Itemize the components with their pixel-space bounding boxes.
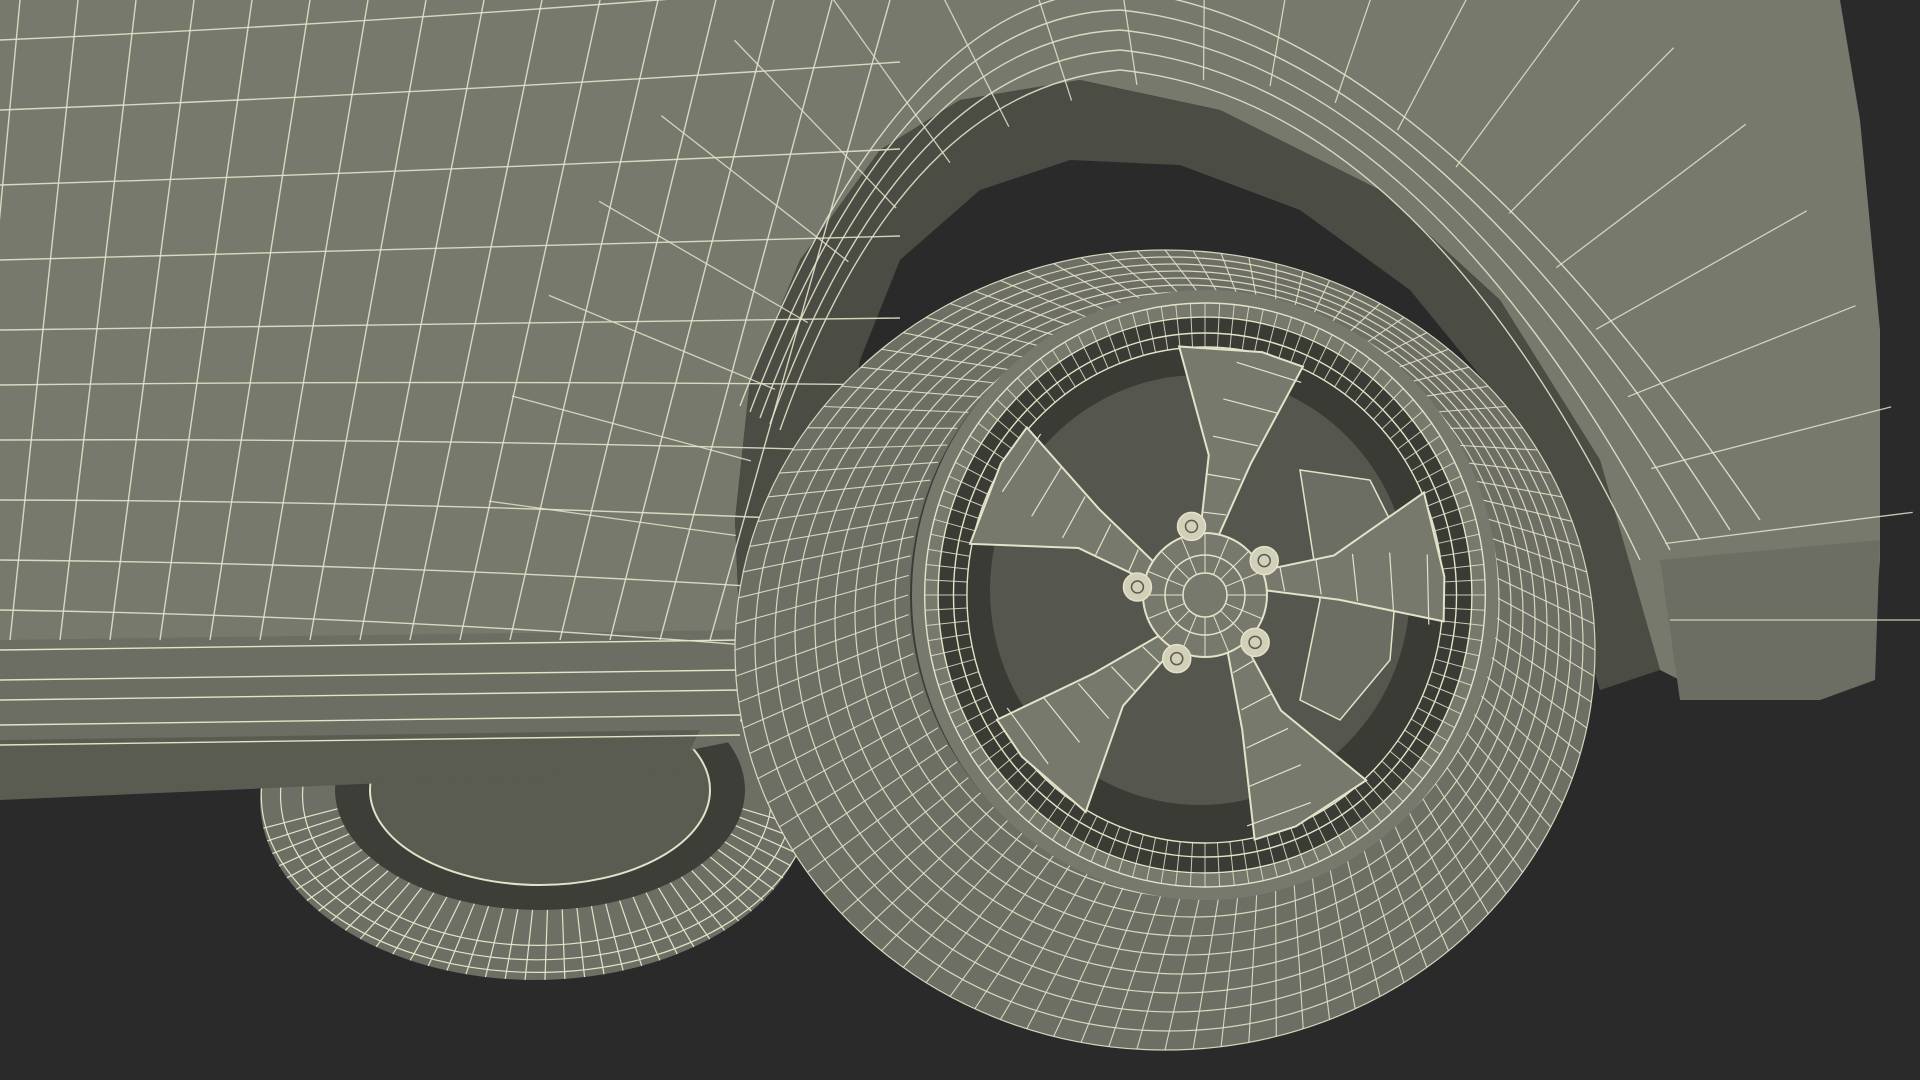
lug-nut [1122, 572, 1153, 602]
wireframe-render [0, 0, 1920, 1080]
tire-tread-line [1275, 884, 1277, 1037]
tire-tread-line [807, 427, 958, 429]
near-wheel [734, 249, 1596, 1051]
lug-nut [1249, 545, 1279, 576]
render-viewport [0, 0, 1920, 1080]
lug-nut [1176, 511, 1207, 542]
tire-tread-line [1442, 427, 1523, 429]
lug-nut [1240, 627, 1270, 658]
lug-nut [1162, 643, 1192, 674]
